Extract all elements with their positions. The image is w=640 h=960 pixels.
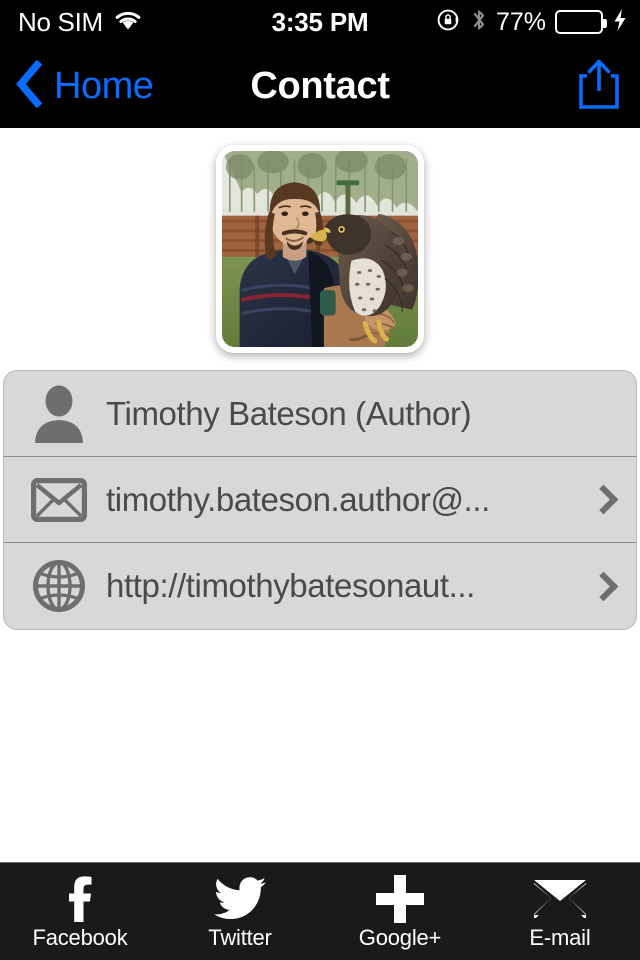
tab-email[interactable]: E-mail — [480, 863, 640, 960]
profile-photo-image — [222, 151, 418, 347]
contact-list: Timothy Bateson (Author) timothy.bateson… — [3, 370, 637, 630]
share-button[interactable] — [576, 44, 622, 128]
content-area: Timothy Bateson (Author) timothy.bateson… — [0, 128, 640, 862]
disclosure-chevron-icon[interactable] — [586, 571, 620, 601]
status-bar-right: 77% — [436, 7, 628, 38]
contact-row-name: Timothy Bateson (Author) — [4, 371, 636, 457]
tab-facebook-label: Facebook — [32, 924, 128, 950]
email-icon — [532, 875, 588, 923]
page-title: Contact — [250, 64, 390, 107]
contact-email-label: timothy.bateson.author@... — [106, 480, 490, 518]
facebook-icon — [64, 875, 96, 923]
status-bar: No SIM 3:35 PM 77% — [0, 0, 640, 44]
envelope-icon — [26, 477, 92, 522]
contact-website-label: http://timothybatesonaut... — [106, 567, 475, 604]
navigation-bar: Home Contact — [0, 44, 640, 128]
disclosure-chevron-icon[interactable] — [586, 484, 620, 515]
profile-photo-frame — [216, 145, 424, 353]
tab-google-plus[interactable]: Google+ — [320, 863, 480, 960]
tab-bar: Facebook Twitter Google+ E-mail — [0, 862, 640, 960]
contact-name-label: Timothy Bateson (Author) — [106, 394, 472, 432]
battery-icon — [555, 10, 607, 34]
rotation-lock-icon — [436, 7, 462, 38]
app-screen: No SIM 3:35 PM 77% Home Contact Timothy … — [0, 0, 640, 960]
google-plus-icon — [375, 874, 425, 923]
twitter-icon — [214, 875, 266, 923]
globe-icon — [26, 559, 92, 613]
tab-twitter[interactable]: Twitter — [160, 863, 320, 960]
contact-row-website[interactable]: http://timothybatesonaut... — [4, 543, 636, 629]
person-icon — [26, 385, 92, 443]
lightning-bolt-icon — [612, 8, 628, 37]
share-icon — [576, 57, 622, 116]
bluetooth-icon — [471, 7, 487, 38]
tab-google-plus-label: Google+ — [358, 924, 442, 950]
battery-percent-label: 77% — [495, 7, 546, 36]
tab-facebook[interactable]: Facebook — [0, 863, 160, 960]
tab-twitter-label: Twitter — [208, 924, 272, 950]
contact-row-email[interactable]: timothy.bateson.author@... — [4, 457, 636, 543]
tab-email-label: E-mail — [529, 924, 591, 950]
profile-photo — [222, 151, 418, 347]
